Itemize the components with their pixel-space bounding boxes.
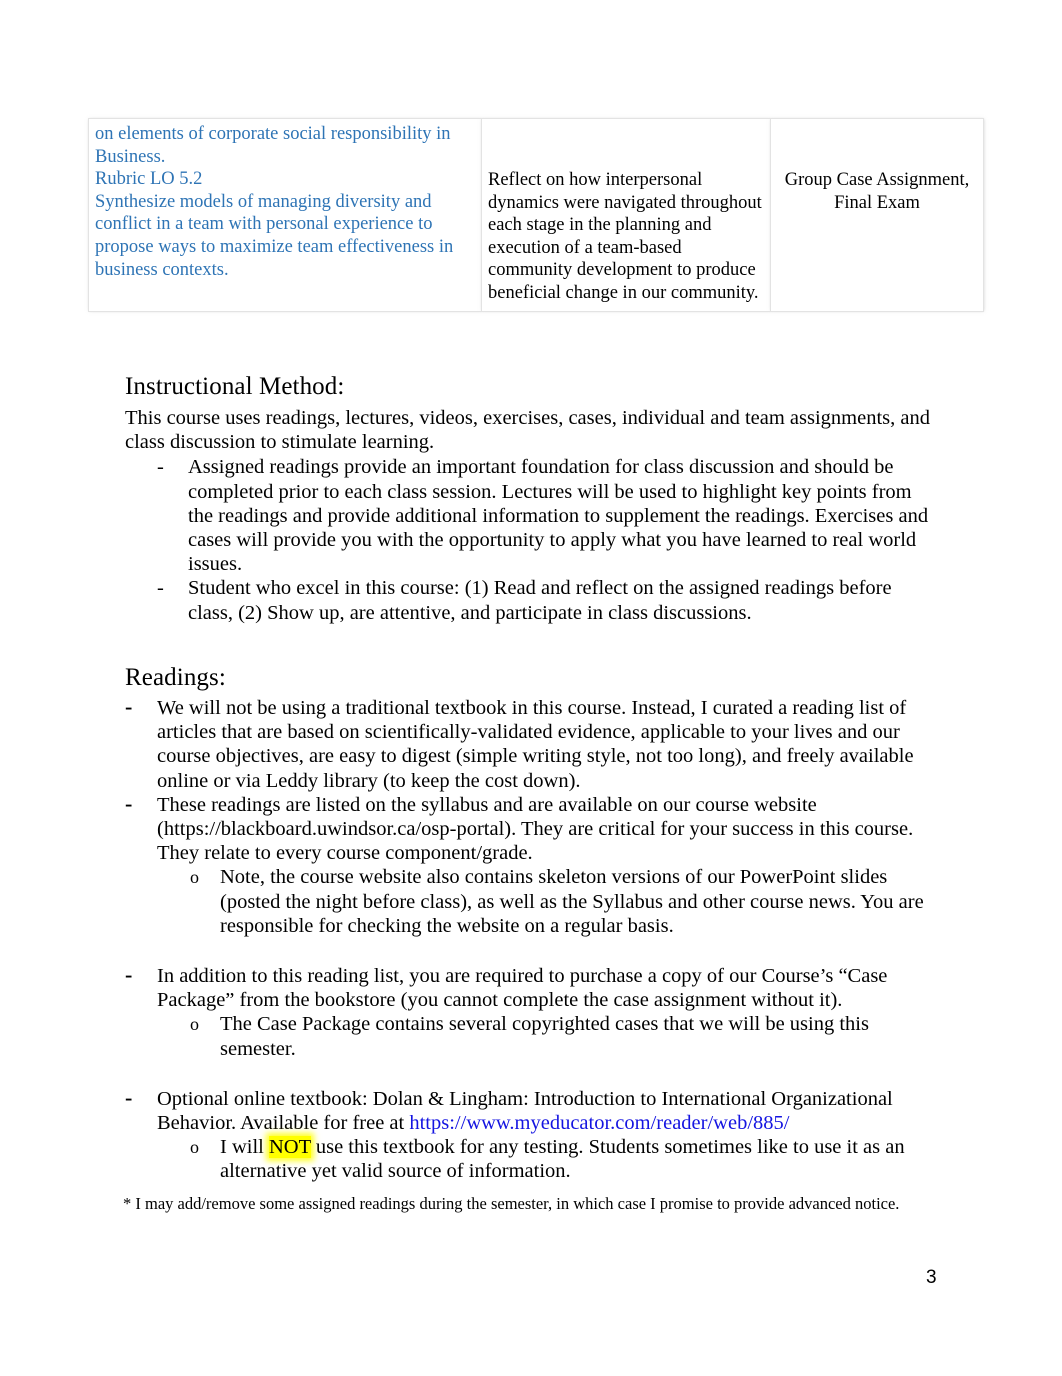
- list-item: - Optional online textbook: Dolan & Ling…: [125, 1084, 937, 1135]
- table-cell-assessment: Group Case Assignment, Final Exam: [770, 118, 984, 312]
- dash-bullet-marker: -: [125, 790, 133, 816]
- list-item: - We will not be using a traditional tex…: [125, 696, 937, 793]
- instructional-method-section: Instructional Method: This course uses r…: [125, 372, 935, 625]
- list-item: o The Case Package contains several copy…: [190, 1012, 937, 1060]
- dash-bullet-marker: -: [125, 962, 133, 988]
- dash-bullet-marker: -: [157, 456, 164, 479]
- outcome-rubric-label: Rubric LO 5.2: [95, 169, 203, 190]
- assessment-text: Group Case Assignment, Final Exam: [784, 170, 970, 213]
- document-page: on elements of corporate social responsi…: [0, 0, 1062, 1376]
- list-item-text: Optional online textbook: Dolan & Lingha…: [157, 1087, 937, 1135]
- readings-sub-list: o The Case Package contains several copy…: [190, 1012, 937, 1060]
- not-statement-before: I will: [220, 1136, 269, 1159]
- page-number: 3: [926, 1267, 937, 1288]
- list-item: - In addition to this reading list, you …: [125, 964, 937, 1012]
- highlighted-not-text: NOT: [268, 1136, 311, 1159]
- readings-section: Readings: - We will not be using a tradi…: [123, 663, 937, 1214]
- dash-bullet-marker: -: [125, 1084, 133, 1110]
- list-item: o I will NOT use this textbook for any t…: [190, 1135, 937, 1183]
- circle-bullet-marker: o: [190, 1137, 199, 1158]
- readings-sub-list: o Note, the course website also contains…: [190, 865, 937, 938]
- list-item-text: The Case Package contains several copyri…: [220, 1013, 869, 1060]
- list-item-text: Note, the course website also contains s…: [220, 866, 924, 937]
- dash-bullet-marker: -: [125, 694, 133, 719]
- table-row: on elements of corporate social responsi…: [88, 118, 984, 312]
- list-item: - Student who excel in this course: (1) …: [157, 576, 935, 624]
- myeducator-link[interactable]: https://www.myeducator.com/reader/web/88…: [409, 1112, 789, 1134]
- readings-footnote: * I may add/remove some assigned reading…: [123, 1193, 900, 1213]
- dash-bullet-marker: -: [157, 577, 164, 600]
- outcome-text-line-1: on elements of corporate social responsi…: [95, 124, 451, 167]
- list-item: o Note, the course website also contains…: [190, 865, 937, 938]
- list-item: - These readings are listed on the sylla…: [125, 790, 937, 866]
- instructional-method-heading: Instructional Method:: [125, 373, 345, 400]
- list-item-text: We will not be using a traditional textb…: [157, 697, 914, 792]
- readings-bullet-list: - We will not be using a traditional tex…: [123, 696, 937, 1214]
- list-item-text: These readings are listed on the syllabu…: [157, 793, 914, 865]
- not-statement-after: use this textbook for any testing. Stude…: [220, 1136, 905, 1183]
- list-item-text: Assigned readings provide an important f…: [188, 456, 929, 576]
- learning-outcomes-table: on elements of corporate social responsi…: [88, 118, 984, 312]
- list-item: - Assigned readings provide an important…: [157, 455, 935, 576]
- instructional-method-bullet-list: - Assigned readings provide an important…: [157, 455, 935, 624]
- objective-text: Reflect on how interpersonal dynamics we…: [488, 170, 762, 303]
- list-item-text: In addition to this reading list, you ar…: [157, 965, 888, 1012]
- outcome-text-line-2: Synthesize models of managing diversity …: [95, 191, 454, 280]
- circle-bullet-marker: o: [190, 867, 199, 888]
- instructional-method-intro: This course uses readings, lectures, vid…: [125, 407, 930, 454]
- readings-heading: Readings:: [125, 664, 226, 691]
- list-item-text: I will NOT use this textbook for any tes…: [220, 1135, 937, 1183]
- table-cell-learning-outcome: on elements of corporate social responsi…: [88, 118, 482, 312]
- table-cell-objective: Reflect on how interpersonal dynamics we…: [481, 118, 771, 312]
- circle-bullet-marker: o: [190, 1014, 199, 1035]
- readings-sub-list: o I will NOT use this textbook for any t…: [190, 1135, 937, 1183]
- list-item-text: Student who excel in this course: (1) Re…: [188, 577, 892, 624]
